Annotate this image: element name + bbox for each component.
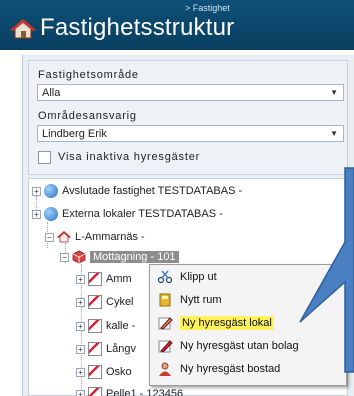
tree-node[interactable]: + Osko xyxy=(76,364,132,380)
menu-item-cut[interactable]: Klipp ut xyxy=(150,267,346,287)
house-icon xyxy=(10,19,36,39)
chevron-down-icon: ▼ xyxy=(330,88,338,97)
menu-item-label: Ny hyresgäst utan bolag xyxy=(180,340,299,352)
menu-item-label: Ny hyresgäst bostad xyxy=(180,363,281,375)
person-icon xyxy=(159,362,171,376)
chevron-down-icon: ▼ xyxy=(330,129,338,138)
expand-icon[interactable]: + xyxy=(76,274,85,284)
tree-node-label: Amm xyxy=(106,273,132,285)
expand-icon[interactable]: + xyxy=(76,321,85,331)
tree-node-label: L-Ammarnäs - xyxy=(75,231,145,243)
context-menu: Klipp ut Nytt rum Ny hyresgäst lokal Ny … xyxy=(149,264,347,386)
manager-select[interactable]: Lindberg Erik ▼ xyxy=(37,125,344,142)
expand-icon[interactable]: + xyxy=(76,297,85,307)
pencil-icon xyxy=(88,295,102,309)
pencil-icon xyxy=(88,319,102,333)
pencil-icon xyxy=(88,342,102,356)
expand-icon[interactable]: + xyxy=(76,367,85,377)
tree-node[interactable]: + kalle - xyxy=(76,318,135,334)
menu-item-new-tenant-residence[interactable]: Ny hyresgäst bostad xyxy=(150,359,346,379)
breadcrumb[interactable]: > Fastighet xyxy=(185,3,230,13)
inactive-checkbox[interactable] xyxy=(38,151,51,164)
tree-node-selected[interactable]: − Mottagning - 101 xyxy=(60,249,179,265)
menu-item-label: Nytt rum xyxy=(180,294,222,306)
tree-node[interactable]: + Externa lokaler TESTDATABAS - xyxy=(32,206,223,222)
tree-node-label: Cykel xyxy=(106,296,134,308)
pencil-icon xyxy=(88,365,102,379)
tree-node-label: Långv xyxy=(106,343,136,355)
tree-node-label: Osko xyxy=(106,366,132,378)
menu-item-new-tenant-premises[interactable]: Ny hyresgäst lokal xyxy=(150,313,346,333)
tree-node-label: kalle - xyxy=(106,320,136,332)
area-select-value: Alla xyxy=(42,87,61,99)
pencil-icon xyxy=(88,272,102,286)
new-room-icon xyxy=(159,293,171,307)
house-icon xyxy=(57,231,71,243)
tree-node[interactable]: + Långv xyxy=(76,341,136,357)
manager-select-value: Lindberg Erik xyxy=(42,128,107,140)
tree-node-label: Avslutade fastighet TESTDATABAS - xyxy=(62,185,243,197)
tree-node-label: Pelle1 - 123456 xyxy=(106,388,184,396)
collapse-icon[interactable]: − xyxy=(45,232,54,242)
page-title: Fastighetsstruktur xyxy=(40,14,235,41)
pencil-icon xyxy=(158,340,173,353)
tree-node-label: Externa lokaler TESTDATABAS - xyxy=(62,208,223,220)
globe-icon xyxy=(44,207,58,221)
tree-node[interactable]: + Cykel xyxy=(76,294,134,310)
inactive-checkbox-label[interactable]: Visa inaktiva hyresgäster xyxy=(58,151,200,163)
expand-icon[interactable]: + xyxy=(76,389,85,396)
scissors-icon xyxy=(157,270,173,284)
tree-node[interactable]: + Amm xyxy=(76,271,132,287)
area-label: Fastighetsområde xyxy=(38,69,139,81)
pencil-icon xyxy=(158,317,173,330)
cube-icon xyxy=(72,250,86,264)
expand-icon[interactable]: + xyxy=(32,209,41,219)
app-header: > Fastighet Fastighetsstruktur xyxy=(0,0,354,50)
tree-node[interactable]: − L-Ammarnäs - xyxy=(45,229,145,245)
expand-icon[interactable]: + xyxy=(32,186,41,196)
manager-label: Områdesansvarig xyxy=(38,110,137,122)
tree-node[interactable]: + Pelle1 - 123456 xyxy=(76,386,183,396)
globe-icon xyxy=(44,184,58,198)
pencil-icon xyxy=(88,387,102,396)
expand-icon[interactable]: + xyxy=(76,344,85,354)
menu-item-new-room[interactable]: Nytt rum xyxy=(150,290,346,310)
tree-node-label: Mottagning - 101 xyxy=(90,251,179,263)
menu-item-label: Klipp ut xyxy=(180,271,217,283)
tree-node[interactable]: + Avslutade fastighet TESTDATABAS - xyxy=(32,183,242,199)
area-select[interactable]: Alla ▼ xyxy=(37,84,344,101)
menu-item-new-tenant-no-company[interactable]: Ny hyresgäst utan bolag xyxy=(150,336,346,356)
menu-item-label: Ny hyresgäst lokal xyxy=(180,316,274,330)
collapse-icon[interactable]: − xyxy=(60,252,69,262)
